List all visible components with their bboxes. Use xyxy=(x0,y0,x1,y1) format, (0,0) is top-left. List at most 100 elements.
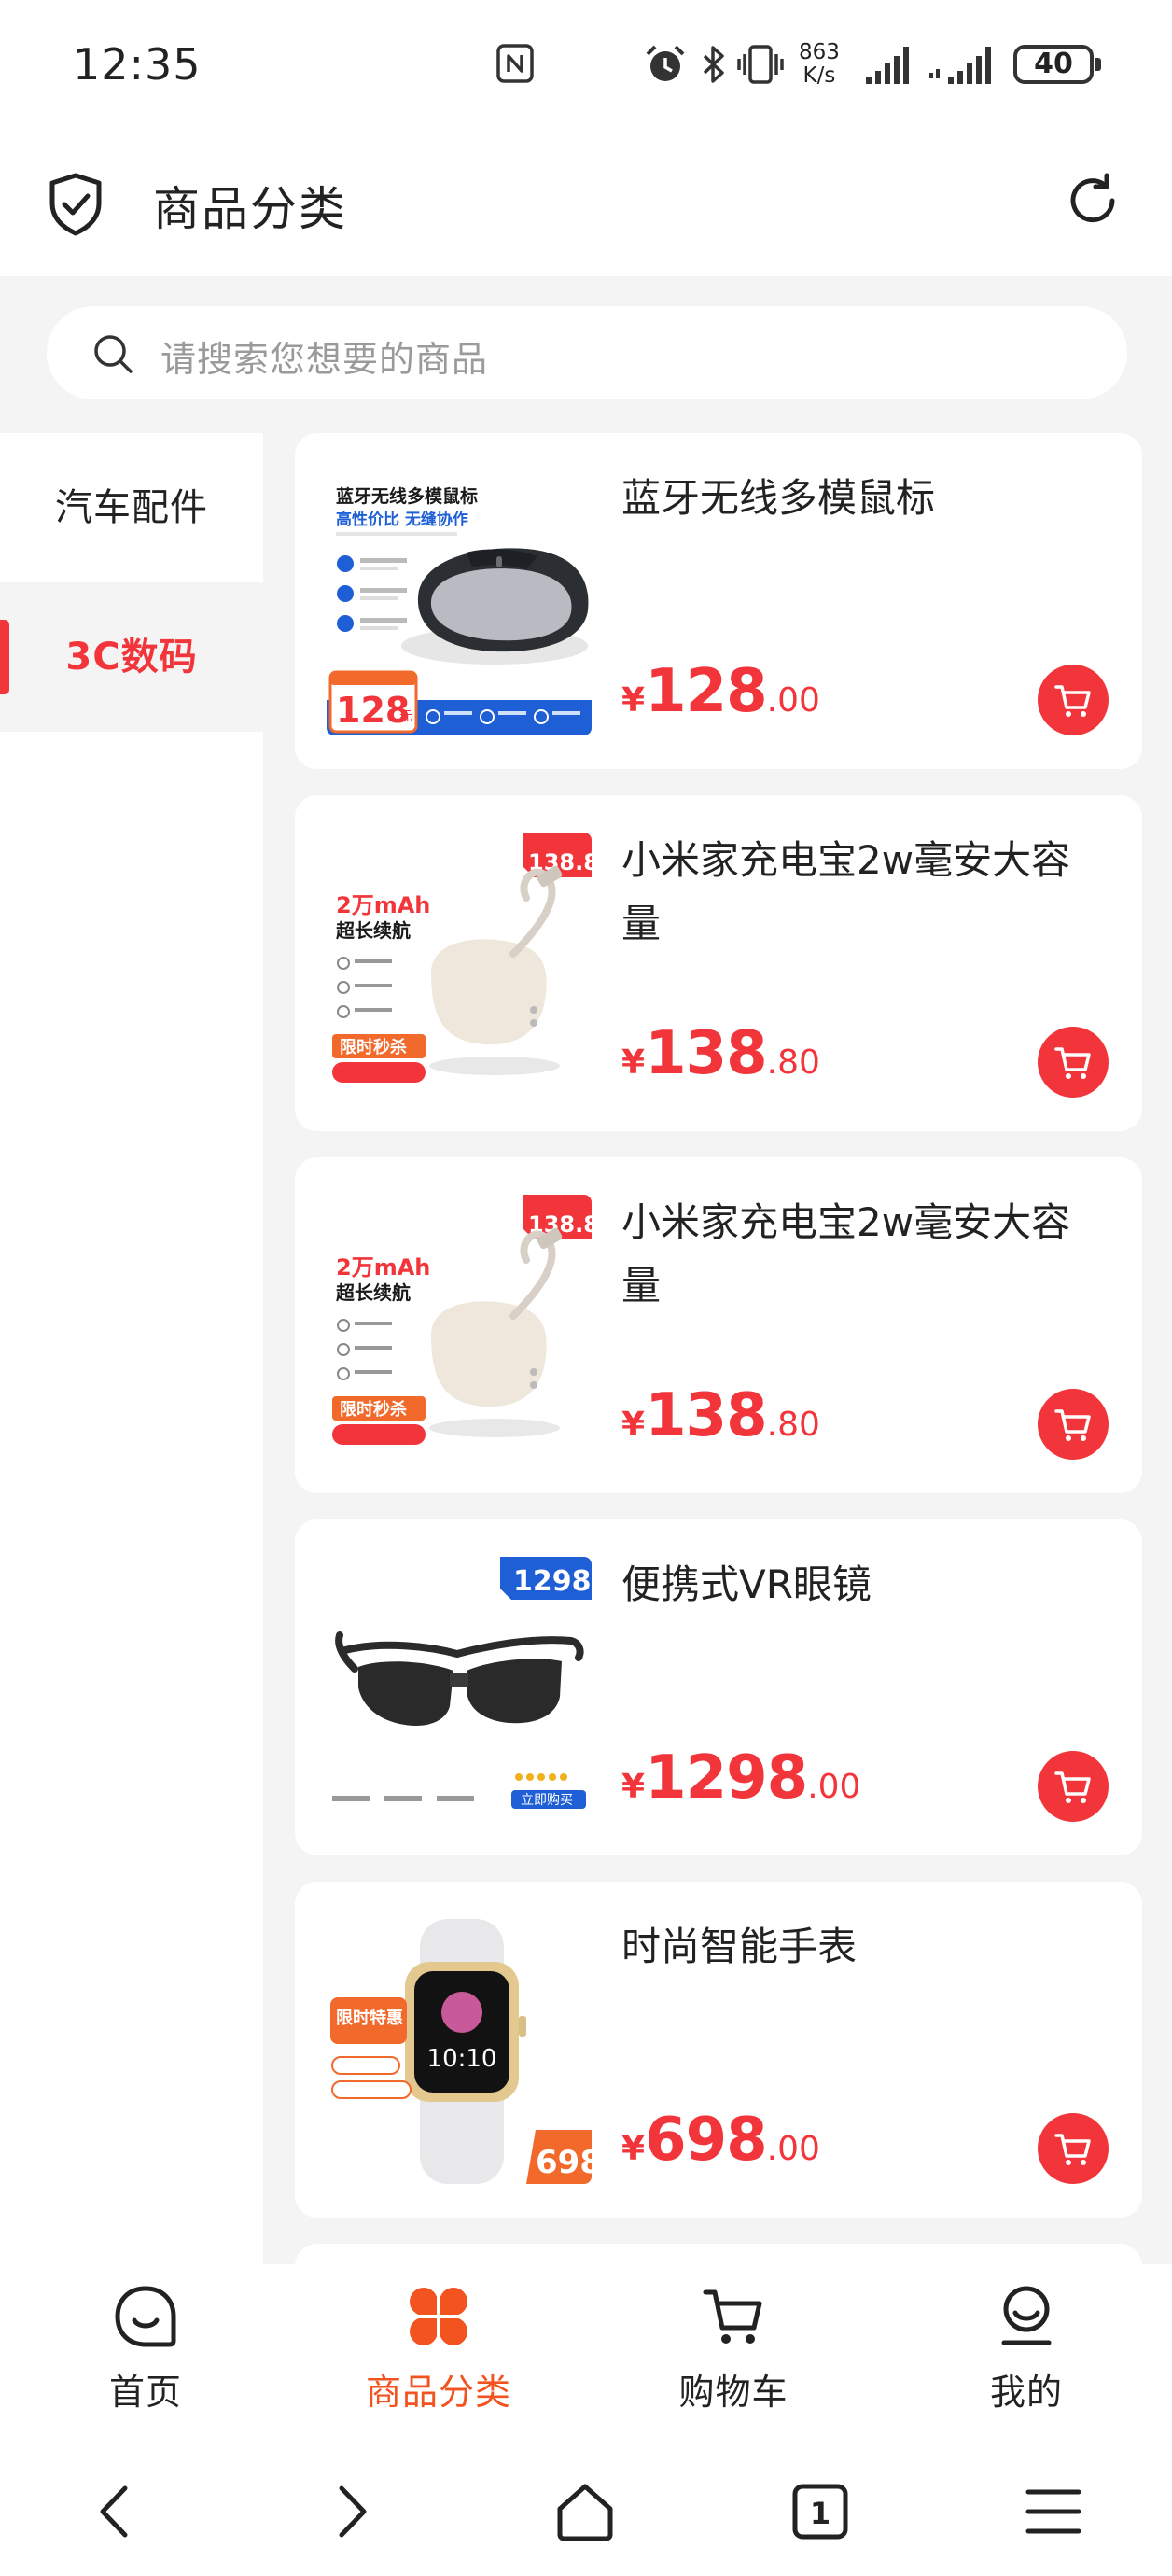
add-to-cart-button[interactable] xyxy=(1038,1751,1109,1822)
add-to-cart-button[interactable] xyxy=(1038,2113,1109,2184)
powerbank-product-image: 138.8 2万mAh 超长续航 限时秒杀 xyxy=(327,833,592,1098)
tab-home[interactable]: 首页 xyxy=(43,2283,248,2442)
price-symbol: ¥ xyxy=(621,1768,646,1806)
add-to-cart-button[interactable] xyxy=(1038,665,1109,735)
tabs-button[interactable]: 1 xyxy=(788,2479,853,2544)
category-label: 3C数码 xyxy=(65,636,198,679)
product-image[interactable]: 蓝牙无线多模鼠标 高性价比 无缝协作 128 元 xyxy=(327,470,592,735)
img-title: 蓝牙无线多模鼠标 xyxy=(336,485,478,507)
net-speed: 863 K/s xyxy=(799,41,840,88)
img-promo-label: 限时特惠 xyxy=(336,2008,403,2028)
nfc-icon xyxy=(496,44,534,83)
category-label: 汽车配件 xyxy=(55,486,208,529)
cart-icon xyxy=(1054,2134,1091,2165)
product-card-partial[interactable] xyxy=(295,2244,1142,2264)
vibrate-icon xyxy=(737,45,784,84)
img-headline: 2万mAh xyxy=(336,892,430,918)
product-name[interactable]: 小米家充电宝2w毫安大容量 xyxy=(621,829,1107,956)
system-navigation-bar: 1 xyxy=(0,2451,1172,2576)
img-price-badge: 698 xyxy=(536,2144,592,2181)
product-price: ¥698.00 xyxy=(621,2106,820,2175)
product-card[interactable]: 138.8 2万mAh 超长续航 限时秒杀 小米家充电宝2w毫安大容量 ¥138… xyxy=(295,795,1142,1131)
price-integer: 128 xyxy=(645,657,768,726)
tab-label: 商品分类 xyxy=(365,2372,511,2413)
tab-category[interactable]: 商品分类 xyxy=(336,2283,541,2442)
product-price: ¥138.80 xyxy=(621,1381,820,1450)
category-item-car-accessories[interactable]: 汽车配件 xyxy=(0,433,263,582)
cart-icon xyxy=(1054,1771,1091,1803)
product-card[interactable]: 138.8 2万mAh 超长续航 限时秒杀 小米家充电宝2w毫安大容量 ¥138… xyxy=(295,1157,1142,1493)
price-integer: 138 xyxy=(645,1019,768,1088)
product-name[interactable]: 小米家充电宝2w毫安大容量 xyxy=(621,1191,1107,1318)
price-symbol: ¥ xyxy=(621,2130,646,2168)
search-placeholder: 请搜索您想要的商品 xyxy=(160,339,489,380)
product-name[interactable]: 时尚智能手表 xyxy=(621,1915,1107,1979)
category-item-3c-digital[interactable]: 3C数码 xyxy=(0,582,263,732)
add-to-cart-button[interactable] xyxy=(1038,1027,1109,1098)
alarm-icon xyxy=(646,45,685,81)
price-integer: 698 xyxy=(645,2106,768,2175)
cart-icon xyxy=(1054,685,1091,717)
cart-icon xyxy=(703,2289,762,2344)
bottom-tab-bar: 首页 商品分类 购物车 我的 xyxy=(0,2264,1172,2451)
img-subline: 超长续航 xyxy=(335,919,411,942)
product-price: ¥138.80 xyxy=(621,1019,820,1088)
net-speed-unit: K/s xyxy=(802,63,836,88)
product-image[interactable]: 138.8 2万mAh 超长续航 限时秒杀 xyxy=(327,833,592,1098)
shield-check-icon[interactable] xyxy=(47,172,105,237)
mouse-product-image: 蓝牙无线多模鼠标 高性价比 无缝协作 128 元 xyxy=(327,470,592,735)
search-icon xyxy=(94,335,133,373)
tab-label: 我的 xyxy=(989,2372,1063,2413)
img-watch-time: 10:10 xyxy=(427,2045,497,2073)
price-integer: 1298 xyxy=(645,1743,808,1813)
back-arrow-icon[interactable] xyxy=(84,2479,149,2544)
product-image[interactable]: 138.8 2万mAh 超长续航 限时秒杀 xyxy=(327,1195,592,1460)
vr-glasses-product-image: 1298 立即购买 xyxy=(327,1557,592,1822)
price-integer: 138 xyxy=(645,1381,768,1450)
content-area: 请搜索您想要的商品 汽车配件 3C数码 蓝牙无线多模鼠标 高性价比 无缝协作 1… xyxy=(0,276,1172,2264)
tab-profile[interactable]: 我的 xyxy=(924,2283,1129,2442)
price-decimal: .00 xyxy=(766,2130,820,2168)
price-symbol: ¥ xyxy=(621,1406,646,1444)
powerbank-product-image: 138.8 2万mAh 超长续航 限时秒杀 xyxy=(327,1195,592,1460)
img-sale-label: 限时秒杀 xyxy=(340,1037,407,1057)
product-image[interactable]: 1298 立即购买 xyxy=(327,1557,592,1822)
cart-icon xyxy=(1054,1409,1091,1441)
app-header: 商品分类 xyxy=(0,131,1172,276)
product-price: ¥1298.00 xyxy=(621,1743,860,1813)
product-list: 蓝牙无线多模鼠标 高性价比 无缝协作 128 元 蓝牙无线多模鼠标 ¥128.0… xyxy=(295,433,1142,2264)
home-icon[interactable] xyxy=(552,2479,618,2544)
img-price-unit: 元 xyxy=(399,709,412,724)
tab-cart[interactable]: 购物车 xyxy=(631,2283,836,2442)
add-to-cart-button[interactable] xyxy=(1038,1389,1109,1460)
img-price-badge: 1298 xyxy=(513,1565,592,1598)
signal-icon-2 xyxy=(929,47,991,84)
forward-arrow-icon[interactable] xyxy=(317,2479,383,2544)
product-card[interactable]: 蓝牙无线多模鼠标 高性价比 无缝协作 128 元 蓝牙无线多模鼠标 ¥128.0… xyxy=(295,433,1142,769)
status-bar: 12:35 863 K/s 40 xyxy=(0,0,1172,131)
status-time: 12:35 xyxy=(73,39,202,90)
product-name[interactable]: 蓝牙无线多模鼠标 xyxy=(621,467,1107,530)
category-icon xyxy=(410,2288,467,2345)
price-decimal: .80 xyxy=(766,1043,820,1082)
cart-icon xyxy=(1054,1047,1091,1079)
price-symbol: ¥ xyxy=(621,1043,646,1082)
smartwatch-product-image: 10:10 限时特惠 698 xyxy=(327,1919,592,2184)
price-decimal: .80 xyxy=(766,1406,820,1444)
search-input[interactable]: 请搜索您想要的商品 xyxy=(47,306,1127,399)
signal-icon xyxy=(866,47,909,84)
refresh-icon[interactable] xyxy=(1062,170,1123,231)
menu-icon[interactable] xyxy=(1021,2479,1086,2544)
img-subtitle: 高性价比 无缝协作 xyxy=(336,510,468,529)
tab-count: 1 xyxy=(810,2496,830,2531)
img-subline: 超长续航 xyxy=(335,1281,411,1304)
product-card[interactable]: 1298 立即购买 便携式VR眼镜 ¥1298.00 xyxy=(295,1519,1142,1855)
tabs-icon: 1 xyxy=(792,2484,848,2540)
product-name[interactable]: 便携式VR眼镜 xyxy=(621,1553,1107,1617)
price-decimal: .00 xyxy=(807,1768,861,1806)
product-image[interactable]: 10:10 限时特惠 698 xyxy=(327,1919,592,2184)
home-face-icon xyxy=(115,2286,176,2347)
product-card[interactable]: 10:10 限时特惠 698 时尚智能手表 ¥698.00 xyxy=(295,1882,1142,2218)
net-speed-value: 863 xyxy=(799,40,840,64)
img-buy-label: 立即购买 xyxy=(521,1793,573,1808)
